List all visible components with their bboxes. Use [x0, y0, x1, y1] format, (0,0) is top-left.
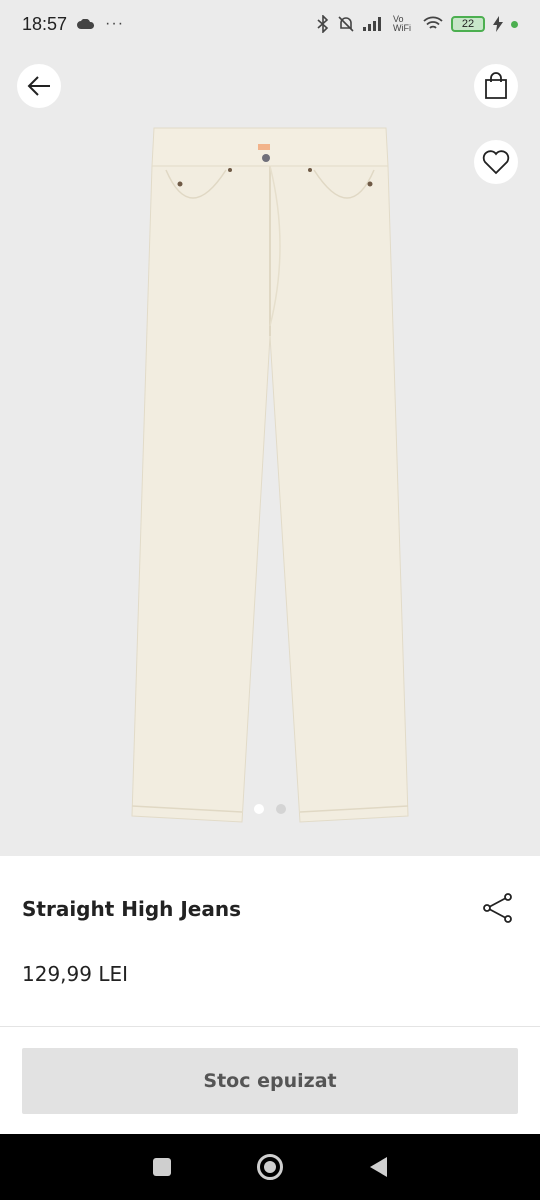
more-notifications-icon: ··· — [105, 15, 125, 32]
bluetooth-icon — [317, 15, 329, 33]
signal-icon — [363, 17, 381, 31]
home-button[interactable] — [257, 1154, 284, 1180]
divider — [0, 1026, 540, 1027]
status-left: 18:57 ··· — [22, 14, 124, 35]
shopping-bag-icon — [485, 72, 507, 99]
share-button[interactable] — [482, 892, 514, 924]
arrow-left-icon — [27, 76, 50, 96]
battery-indicator: 22 — [451, 16, 485, 32]
image-pager — [0, 804, 540, 814]
wifi-icon — [423, 16, 443, 29]
heart-icon — [482, 150, 510, 175]
back-button[interactable] — [17, 64, 61, 108]
silent-bell-icon — [338, 16, 354, 32]
cloud-icon — [77, 19, 95, 29]
system-nav-bar — [0, 1134, 540, 1200]
product-title: Straight High Jeans — [22, 897, 242, 921]
favorite-button[interactable] — [474, 140, 518, 184]
charging-dot — [511, 20, 518, 28]
pager-dot[interactable] — [254, 804, 264, 814]
out-of-stock-button[interactable]: Stoc epuizat — [22, 1048, 518, 1114]
shopping-bag-button[interactable] — [474, 64, 518, 108]
recent-apps-button[interactable] — [153, 1158, 172, 1176]
pager-dot[interactable] — [276, 804, 286, 814]
home-icon — [264, 1161, 277, 1173]
product-image-carousel[interactable] — [0, 48, 540, 856]
status-time: 18:57 — [22, 13, 68, 34]
product-image — [131, 127, 409, 823]
share-icon — [483, 893, 512, 923]
status-right: Vo WiFi 22 — [317, 15, 518, 33]
product-price: 129,99 LEI — [22, 962, 129, 986]
status-bar: 18:57 ··· Vo WiFi 22 — [0, 0, 540, 48]
system-back-button[interactable] — [369, 1157, 387, 1177]
charging-icon — [493, 16, 503, 32]
vowifi-label: Vo WiFi — [393, 14, 411, 33]
